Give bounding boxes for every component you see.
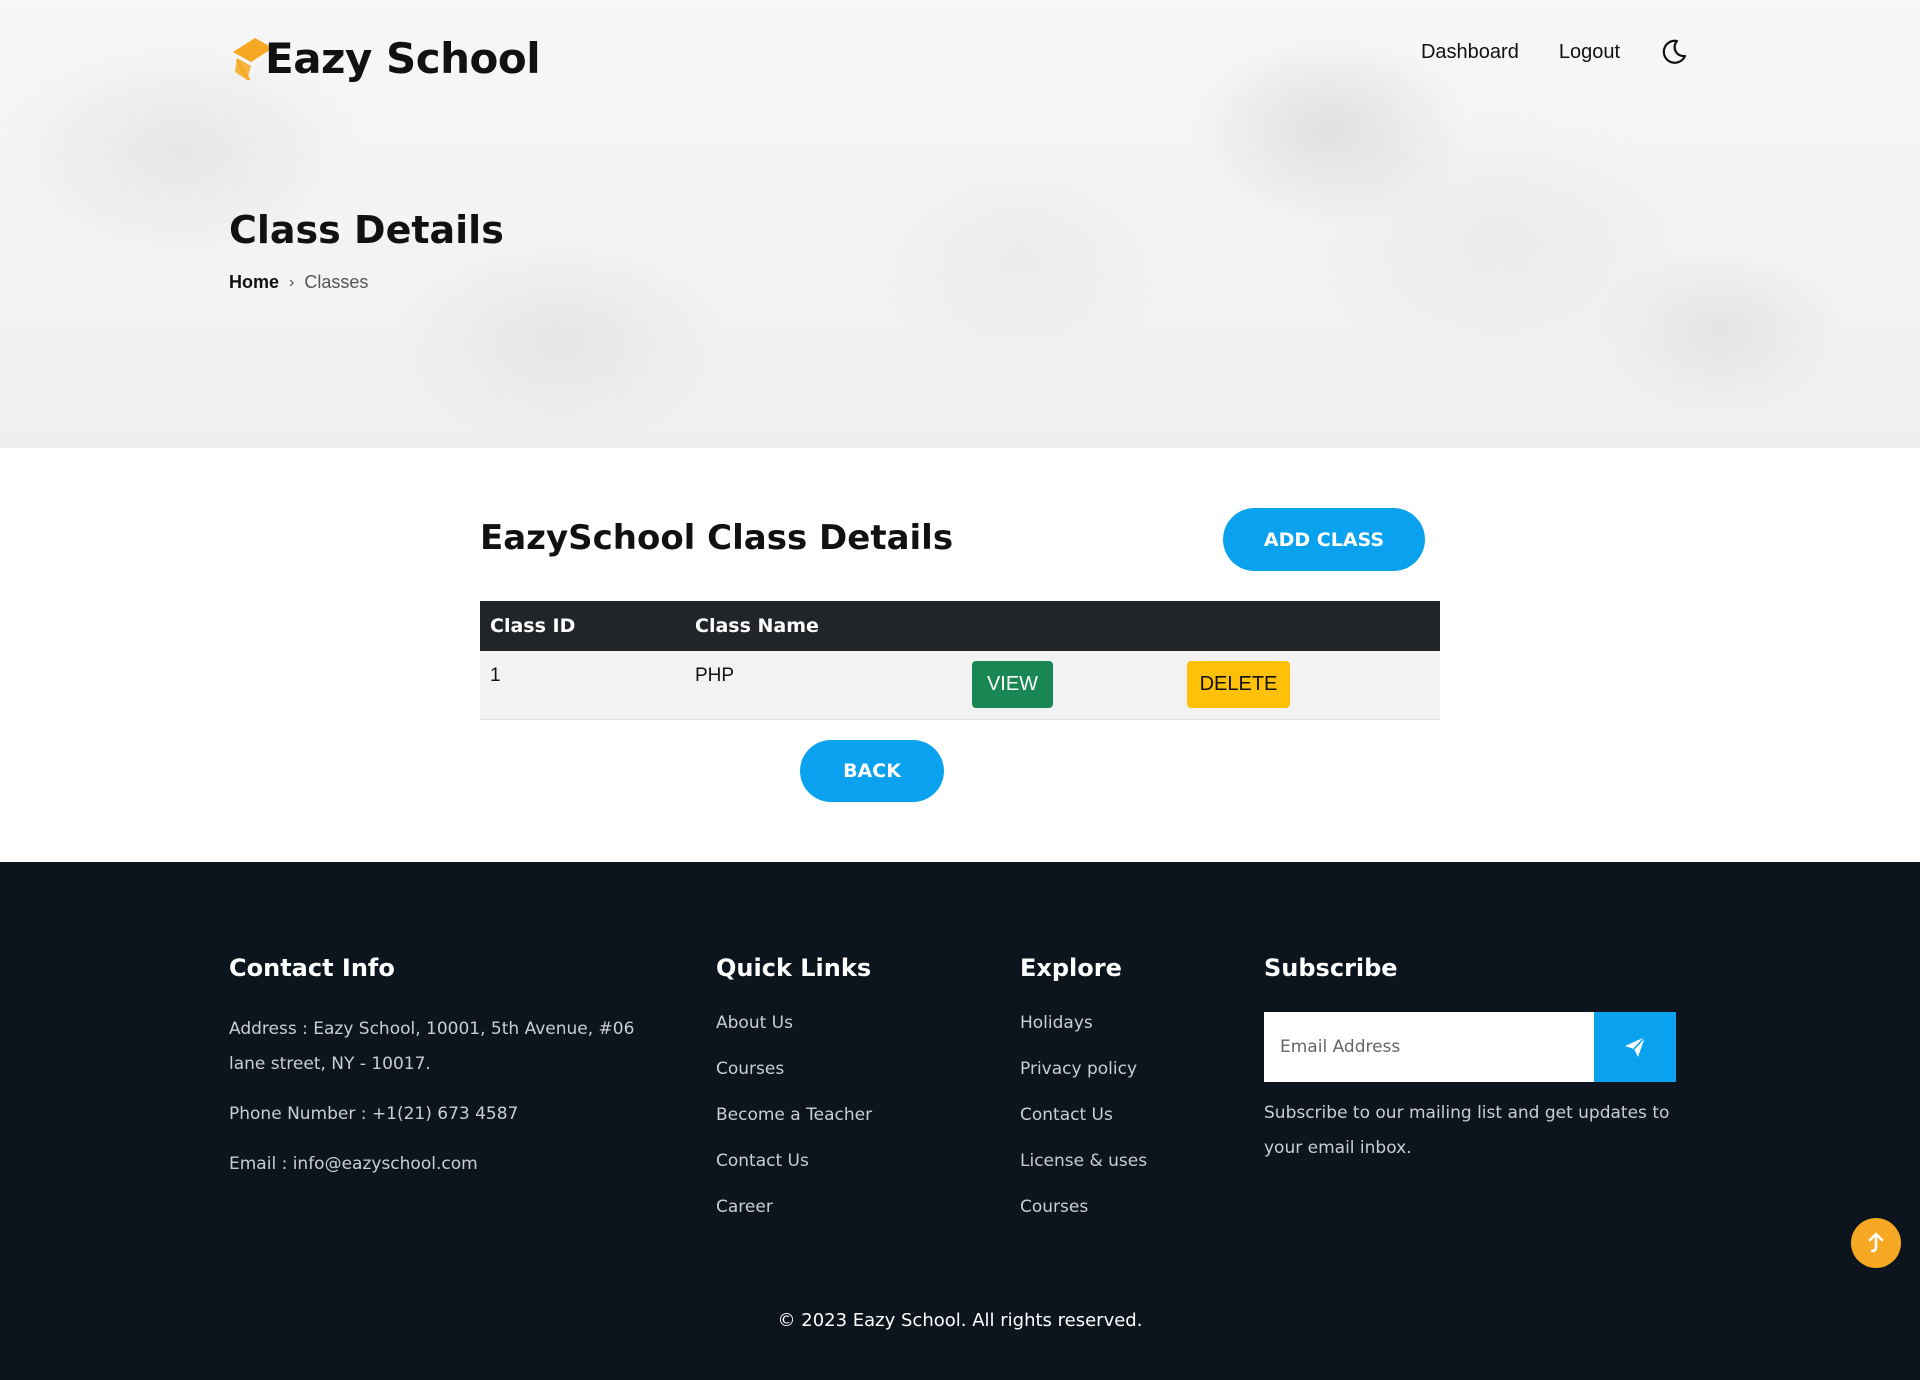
quick-link-contact-us[interactable]: Contact Us bbox=[716, 1150, 872, 1196]
back-button[interactable]: BACK bbox=[800, 740, 944, 802]
brand-logo[interactable]: Eazy School bbox=[229, 30, 541, 86]
hero-banner: Eazy School Dashboard Logout Class Detai… bbox=[0, 0, 1920, 448]
breadcrumb-home-link[interactable]: Home bbox=[229, 272, 279, 293]
quick-links-list: About Us Courses Become a Teacher Contac… bbox=[716, 1012, 872, 1242]
cell-view: VIEW bbox=[962, 651, 1177, 719]
contact-address: Address : Eazy School, 10001, 5th Avenue… bbox=[229, 1019, 635, 1074]
column-header-class-name: Class Name bbox=[695, 615, 819, 637]
footer-contact-heading: Contact Info bbox=[229, 954, 395, 982]
explore-link-holidays[interactable]: Holidays bbox=[1020, 1012, 1147, 1058]
copyright-text: © 2023 Eazy School. All rights reserved. bbox=[777, 1310, 1143, 1331]
site-footer: Contact Info Address : Eazy School, 1000… bbox=[0, 862, 1920, 1380]
cell-class-name: PHP bbox=[695, 665, 735, 686]
scroll-to-top-button[interactable] bbox=[1851, 1218, 1901, 1268]
class-table: Class ID Class Name 1 PHP VIEW DELETE bbox=[480, 601, 1440, 720]
footer-contact-column: Contact Info Address : Eazy School, 1000… bbox=[229, 954, 649, 1197]
send-icon bbox=[1625, 1036, 1646, 1057]
explore-link-contact-us[interactable]: Contact Us bbox=[1020, 1104, 1147, 1150]
footer-explore-heading: Explore bbox=[1020, 954, 1122, 982]
cell-delete: DELETE bbox=[1177, 651, 1440, 719]
quick-link-courses[interactable]: Courses bbox=[716, 1058, 872, 1104]
subscribe-button[interactable] bbox=[1594, 1012, 1676, 1082]
brand-name: Eazy School bbox=[265, 34, 541, 83]
footer-quick-links-column: Quick Links About Us Courses Become a Te… bbox=[716, 954, 872, 1242]
breadcrumb-current: Classes bbox=[304, 272, 369, 292]
quick-link-become-teacher[interactable]: Become a Teacher bbox=[716, 1104, 872, 1150]
nav-logout-link[interactable]: Logout bbox=[1559, 41, 1620, 64]
subscribe-form bbox=[1264, 1012, 1676, 1082]
explore-link-privacy-policy[interactable]: Privacy policy bbox=[1020, 1058, 1147, 1104]
column-header-class-id: Class ID bbox=[490, 615, 576, 637]
nav-dashboard-link[interactable]: Dashboard bbox=[1421, 41, 1519, 64]
add-class-button[interactable]: ADD CLASS bbox=[1223, 508, 1425, 571]
footer-explore-column: Explore Holidays Privacy policy Contact … bbox=[1020, 954, 1147, 1242]
moon-icon[interactable] bbox=[1660, 38, 1688, 66]
delete-button[interactable]: DELETE bbox=[1187, 661, 1290, 708]
table-header: Class ID Class Name bbox=[480, 601, 1440, 651]
quick-link-career[interactable]: Career bbox=[716, 1196, 872, 1242]
quick-link-about-us[interactable]: About Us bbox=[716, 1012, 872, 1058]
contact-email: Email : info@eazyschool.com bbox=[229, 1154, 478, 1174]
page-title: Class Details bbox=[229, 208, 504, 252]
arrow-up-icon bbox=[1868, 1232, 1884, 1253]
chevron-right-icon: › bbox=[289, 273, 295, 291]
cell-class-id: 1 bbox=[490, 665, 501, 686]
view-button[interactable]: VIEW bbox=[972, 661, 1053, 708]
table-row: 1 PHP VIEW DELETE bbox=[480, 651, 1440, 720]
section-title: EazySchool Class Details bbox=[480, 518, 954, 558]
footer-quick-links-heading: Quick Links bbox=[716, 954, 872, 982]
footer-subscribe-column: Subscribe Subscribe to our mailing list … bbox=[1264, 954, 1694, 1166]
breadcrumb: Home › Classes bbox=[229, 272, 368, 293]
top-navigation: Dashboard Logout bbox=[1421, 38, 1688, 66]
subscribe-description: Subscribe to our mailing list and get up… bbox=[1264, 1103, 1670, 1158]
subscribe-email-input[interactable] bbox=[1264, 1012, 1594, 1082]
explore-link-license[interactable]: License & uses bbox=[1020, 1150, 1147, 1196]
explore-links-list: Holidays Privacy policy Contact Us Licen… bbox=[1020, 1012, 1147, 1242]
contact-phone: Phone Number : +1(21) 673 4587 bbox=[229, 1104, 519, 1124]
footer-subscribe-heading: Subscribe bbox=[1264, 954, 1398, 982]
explore-link-courses[interactable]: Courses bbox=[1020, 1196, 1147, 1242]
